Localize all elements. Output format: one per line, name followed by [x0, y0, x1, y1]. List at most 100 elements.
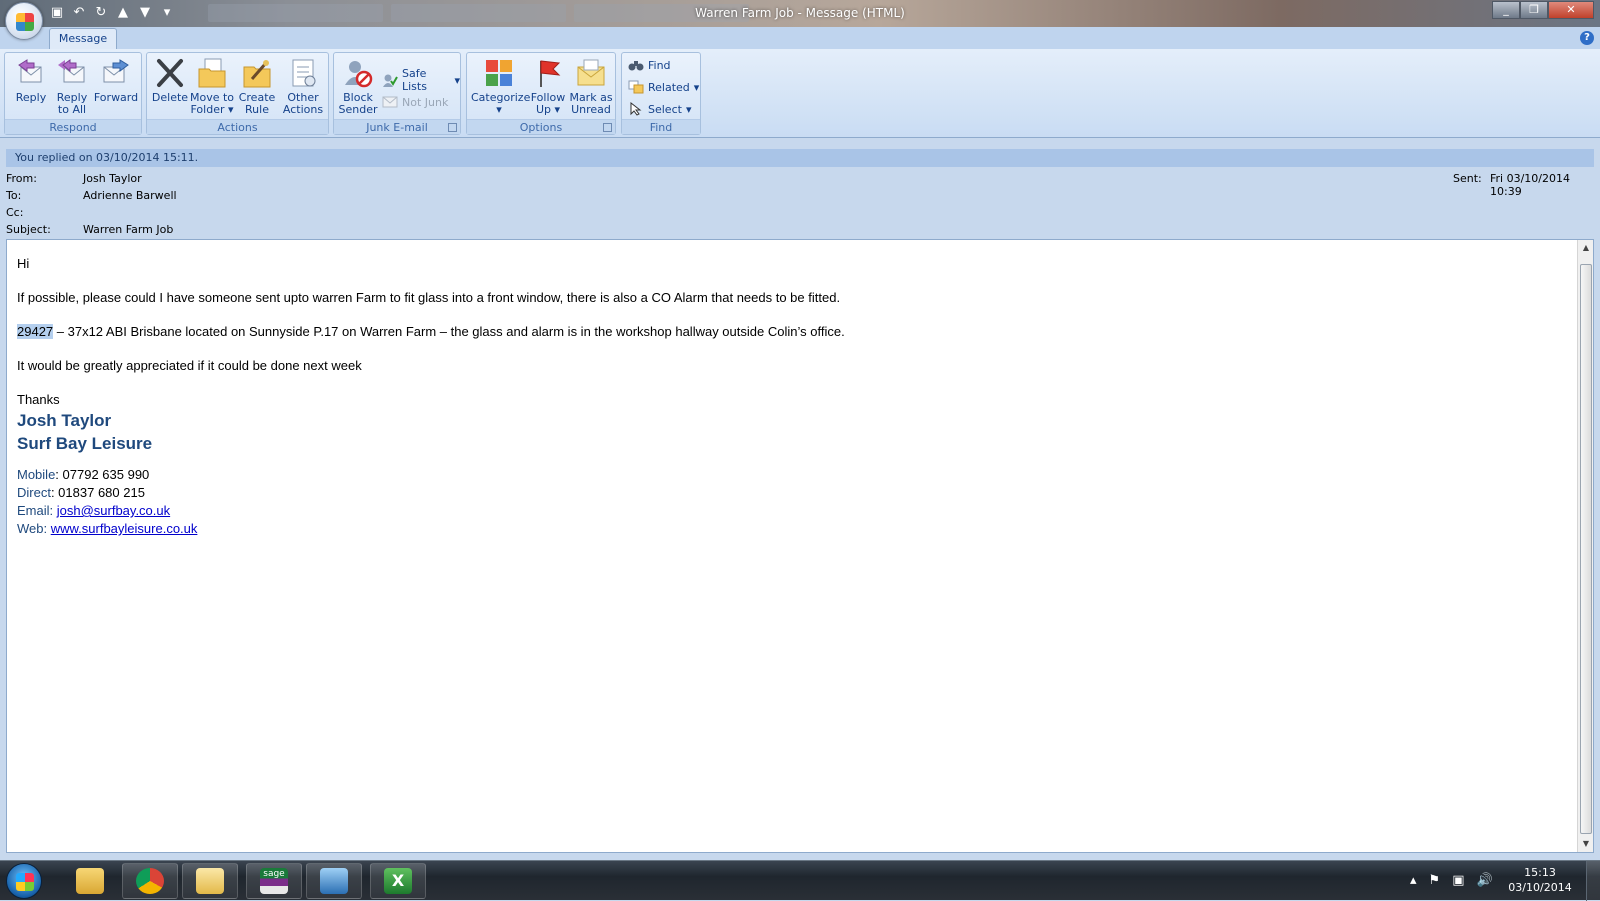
- forward-icon: [101, 57, 131, 89]
- scroll-thumb[interactable]: [1580, 264, 1592, 834]
- dialog-launcher-icon[interactable]: [448, 123, 457, 132]
- group-label-junk: Junk E-mail: [334, 119, 460, 134]
- categorize-button[interactable]: Categorize ▾: [471, 57, 530, 116]
- group-label-respond: Respond: [5, 119, 141, 134]
- clock[interactable]: 15:13 03/10/2014: [1508, 865, 1572, 895]
- taskbar-outlook[interactable]: [182, 863, 238, 899]
- help-icon[interactable]: ?: [1580, 31, 1594, 45]
- paragraph-2: 29427 – 37x12 ABI Brisbane located on Su…: [17, 324, 845, 339]
- block-sender-icon: [343, 57, 373, 89]
- selected-reference[interactable]: 29427: [17, 324, 54, 339]
- group-options: Categorize ▾ Follow Up ▾ Mark as Unread …: [466, 52, 616, 135]
- not-junk-button[interactable]: Not Junk: [382, 95, 448, 109]
- reply-info-bar[interactable]: You replied on 03/10/2014 15:11.: [6, 149, 1594, 167]
- from-value[interactable]: Josh Taylor: [83, 172, 142, 185]
- close-button[interactable]: ✕: [1548, 1, 1594, 19]
- action-center-flag-icon[interactable]: ⚑: [1429, 873, 1441, 888]
- photo-viewer-icon: [320, 868, 348, 894]
- dropdown-arrow-icon: ▾: [227, 103, 234, 116]
- move-to-folder-button[interactable]: Move to Folder ▾: [189, 57, 235, 116]
- maximize-button[interactable]: ❐: [1520, 1, 1548, 19]
- group-label-options: Options: [467, 119, 615, 134]
- other-actions-button[interactable]: Other Actions ▾: [280, 57, 326, 128]
- forward-button[interactable]: Forward: [93, 57, 139, 104]
- dropdown-arrow-icon: ▾: [693, 80, 700, 94]
- tab-message[interactable]: Message: [49, 28, 117, 50]
- subject-value: Warren Farm Job: [83, 223, 174, 236]
- message-content: Hi If possible, please could I have some…: [17, 256, 1557, 538]
- from-label: From:: [6, 172, 37, 185]
- paragraph-1: If possible, please could I have someone…: [17, 290, 841, 305]
- email-link[interactable]: josh@surfbay.co.uk: [57, 503, 170, 518]
- categorize-icon: [484, 57, 514, 89]
- cursor-arrow-icon: [628, 101, 644, 116]
- sage-icon: sage: [260, 868, 288, 894]
- delete-button[interactable]: Delete: [151, 57, 189, 104]
- dialog-launcher-icon[interactable]: [603, 123, 612, 132]
- to-label: To:: [6, 189, 22, 202]
- find-button[interactable]: Find: [628, 58, 671, 72]
- thanks: Thanks: [17, 392, 60, 407]
- folder-icon: [197, 57, 227, 89]
- scroll-up-icon[interactable]: ▲: [1578, 240, 1594, 256]
- message-body[interactable]: Hi If possible, please could I have some…: [6, 239, 1594, 853]
- related-icon: [628, 80, 644, 94]
- delete-x-icon: [155, 57, 185, 89]
- group-junk-email: Block Sender Safe Lists ▾ Not Junk Junk E…: [333, 52, 461, 135]
- clock-time: 15:13: [1524, 866, 1556, 879]
- volume-icon[interactable]: 🔊: [1476, 873, 1492, 888]
- create-rule-icon: [242, 57, 272, 89]
- subject-label: Subject:: [6, 223, 51, 236]
- safe-lists-button[interactable]: Safe Lists ▾: [382, 67, 460, 93]
- safe-lists-icon: [382, 73, 398, 87]
- reply-all-button[interactable]: Reply to All: [52, 57, 92, 116]
- taskbar: sage X ▴ ⚑ ▣ 🔊 15:13 03/10/2014: [0, 860, 1600, 901]
- signature-company: Surf Bay Leisure: [17, 434, 153, 453]
- windows-logo-icon: [16, 873, 34, 891]
- signature-email: Email: josh@surfbay.co.uk: [17, 503, 171, 518]
- to-value[interactable]: Adrienne Barwell: [83, 189, 177, 202]
- reply-button[interactable]: Reply: [11, 57, 51, 104]
- dropdown-arrow-icon: ▾: [685, 102, 692, 116]
- dropdown-arrow-icon: ▾: [554, 103, 561, 116]
- chrome-icon: [136, 868, 164, 894]
- taskbar-explorer[interactable]: [62, 863, 118, 899]
- taskbar-excel[interactable]: X: [370, 863, 426, 899]
- start-button[interactable]: [6, 863, 42, 899]
- group-actions: Delete Move to Folder ▾ Create Rule Othe…: [146, 52, 329, 135]
- reply-icon: [16, 57, 46, 89]
- follow-up-button[interactable]: Follow Up ▾: [528, 57, 568, 116]
- outlook-envelope-icon: [196, 868, 224, 894]
- sent-label: Sent:: [1453, 172, 1482, 185]
- taskbar-photos[interactable]: [306, 863, 362, 899]
- network-icon[interactable]: ▣: [1452, 873, 1464, 888]
- block-sender-button[interactable]: Block Sender: [338, 57, 378, 116]
- taskbar-chrome[interactable]: [122, 863, 178, 899]
- reply-all-icon: [57, 57, 87, 89]
- group-label-actions: Actions: [147, 119, 328, 134]
- office-button[interactable]: [5, 2, 43, 40]
- signature-mobile: Mobile: 07792 635 990: [17, 467, 150, 482]
- message-header: From: Josh Taylor To: Adrienne Barwell C…: [0, 167, 1600, 239]
- folder-icon: [76, 868, 104, 894]
- taskbar-sage[interactable]: sage: [246, 863, 302, 899]
- select-button[interactable]: Select ▾: [628, 101, 692, 116]
- mark-as-unread-button[interactable]: Mark as Unread: [569, 57, 613, 116]
- create-rule-button[interactable]: Create Rule: [236, 57, 278, 116]
- web-link[interactable]: www.surfbayleisure.co.uk: [51, 521, 198, 536]
- not-junk-icon: [382, 95, 398, 109]
- tray-expand-icon[interactable]: ▴: [1410, 873, 1417, 888]
- window-title: Warren Farm Job - Message (HTML): [695, 6, 905, 20]
- vertical-scrollbar[interactable]: ▲ ▼: [1577, 240, 1593, 852]
- scroll-down-icon[interactable]: ▼: [1578, 836, 1594, 852]
- signature-name: Josh Taylor: [17, 411, 112, 430]
- minimize-button[interactable]: _: [1492, 1, 1520, 19]
- group-label-find: Find: [622, 119, 700, 134]
- dropdown-arrow-icon: ▾: [496, 103, 502, 116]
- ribbon: Reply Reply to All Forward Respond Delet…: [0, 49, 1600, 138]
- system-tray: ▴ ⚑ ▣ 🔊: [1410, 873, 1493, 888]
- related-button[interactable]: Related ▾: [628, 80, 699, 94]
- ribbon-tab-strip: Message ?: [0, 27, 1600, 50]
- dropdown-arrow-icon: ▾: [454, 73, 460, 87]
- show-desktop-button[interactable]: [1586, 861, 1600, 901]
